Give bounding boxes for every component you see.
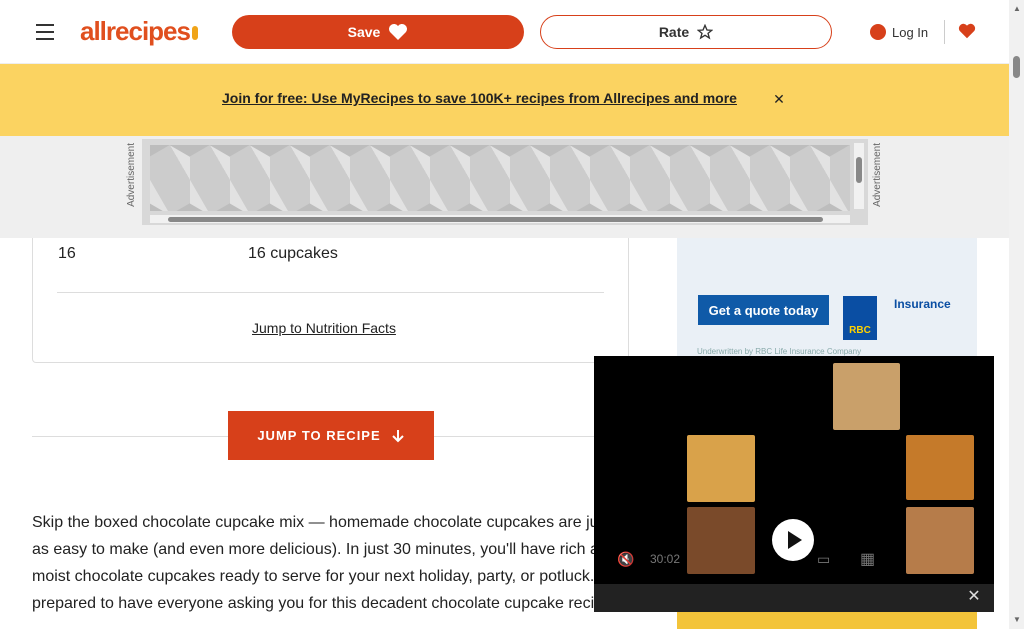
site-logo[interactable]: allrecipes — [80, 14, 208, 48]
ad-fineprint: Underwritten by RBC Life Insurance Compa… — [697, 347, 862, 356]
login-label: Log In — [892, 24, 929, 40]
scroll-thumb[interactable] — [856, 157, 862, 183]
scroll-thumb[interactable] — [1013, 56, 1020, 78]
menu-icon[interactable] — [32, 20, 58, 44]
video-thumbnail[interactable] — [906, 435, 974, 500]
ad-cta-button[interactable]: Get a quote today — [698, 295, 829, 325]
video-thumbnail[interactable] — [906, 507, 974, 574]
close-icon[interactable]: ✕ — [772, 91, 786, 107]
header-divider — [944, 20, 945, 44]
ad-image — [150, 145, 850, 211]
video-thumbnail[interactable] — [833, 363, 900, 430]
video-thumbnail[interactable] — [687, 507, 755, 574]
scroll-down-icon[interactable]: ▼ — [1013, 615, 1021, 624]
jump-to-recipe-button[interactable]: JUMP TO RECIPE — [228, 411, 434, 460]
rate-button[interactable]: Rate — [540, 15, 832, 49]
logo-accent — [191, 26, 198, 41]
jump-to-nutrition-link[interactable]: Jump to Nutrition Facts — [252, 320, 396, 336]
ad-horizontal-scrollbar[interactable] — [150, 215, 850, 223]
logo-text: allrecipes — [80, 16, 191, 46]
heart-icon — [389, 24, 408, 40]
scroll-thumb[interactable] — [168, 217, 823, 222]
promo-banner-link[interactable]: Join for free: Use MyRecipes to save 100… — [222, 90, 737, 106]
recipe-description: Skip the boxed chocolate cupcake mix — h… — [32, 514, 619, 612]
rbc-logo: RBC — [843, 296, 877, 340]
login-link[interactable]: Log In — [870, 20, 928, 44]
grid-icon[interactable]: ▦ — [860, 549, 875, 569]
ad-frame[interactable] — [142, 139, 868, 225]
cast-icon[interactable]: ▭ — [817, 551, 830, 568]
ad-label: Advertisement — [872, 143, 883, 207]
play-icon[interactable] — [772, 519, 814, 561]
scroll-up-icon[interactable]: ▲ — [1013, 4, 1021, 13]
divider — [57, 292, 604, 293]
rate-label: Rate — [658, 24, 690, 40]
close-icon[interactable]: ✕ — [962, 585, 986, 607]
video-time: 30:02 — [650, 552, 681, 566]
save-label: Save — [347, 24, 381, 40]
saved-recipes-button[interactable] — [957, 18, 977, 44]
mute-icon[interactable]: 🔇 — [617, 551, 634, 568]
page: allrecipes Save Rate Log In Join for fre… — [0, 0, 1024, 629]
ad-product-label: Insurance — [894, 297, 951, 311]
page-scrollbar[interactable]: ▲ ▼ — [1009, 0, 1024, 629]
yield-value: 16 cupcakes — [248, 245, 338, 262]
ad-label: Advertisement — [126, 143, 137, 207]
save-button[interactable]: Save — [232, 15, 524, 49]
video-footer-bar — [594, 584, 994, 612]
servings-value: 16 — [58, 245, 76, 262]
ad-vertical-scrollbar[interactable] — [854, 143, 864, 209]
jump-to-recipe-label: JUMP TO RECIPE — [257, 428, 381, 443]
user-icon — [870, 24, 886, 40]
video-thumbnail[interactable] — [687, 435, 755, 502]
heart-icon — [958, 23, 976, 39]
arrow-down-icon — [391, 429, 404, 442]
star-icon — [697, 24, 714, 40]
